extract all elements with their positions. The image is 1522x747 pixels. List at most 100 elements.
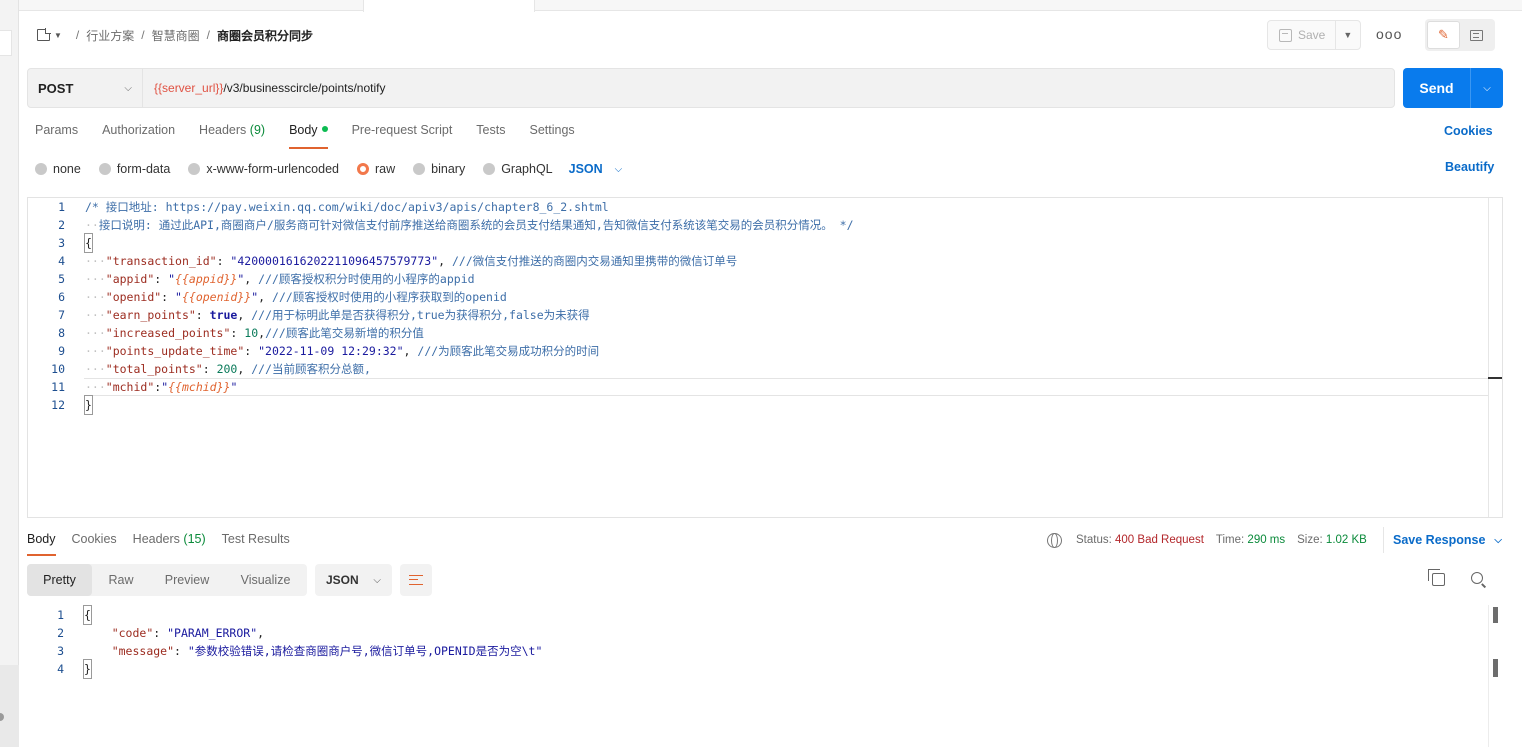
url-input[interactable]: {{server_url}}/v3/businesscircle/points/…: [143, 81, 385, 95]
response-tab-test-results[interactable]: Test Results: [222, 532, 290, 556]
radio-circle: [483, 163, 496, 175]
more-options-icon[interactable]: ooo: [1376, 26, 1402, 42]
view-raw[interactable]: Raw: [92, 564, 150, 596]
comment-icon: [1470, 29, 1483, 41]
radio-raw[interactable]: raw: [357, 162, 395, 176]
code-text: ···"openid": "{{openid}}", ///顾客授权时使用的小程…: [85, 288, 507, 306]
copy-icon[interactable]: [1428, 569, 1445, 586]
wrap-lines-button[interactable]: [400, 564, 432, 596]
code-token: :: [161, 290, 176, 304]
time-value[interactable]: 290 ms: [1247, 534, 1285, 546]
active-request-tab[interactable]: [363, 0, 535, 12]
tab-settings[interactable]: Settings: [529, 123, 574, 149]
radio-label: x-www-form-urlencoded: [206, 162, 339, 176]
breadcrumb: ▼ / 行业方案 / 智慧商圈 / 商圈会员积分同步: [37, 25, 313, 45]
url-variable: {{server_url}}: [154, 81, 224, 95]
radio-binary[interactable]: binary: [413, 162, 465, 176]
code-line: 2 "code": "PARAM_ERROR",: [27, 624, 264, 642]
radio-circle: [98, 163, 111, 175]
body-type-selector: none form-data x-www-form-urlencoded raw…: [35, 160, 622, 178]
tab-tests[interactable]: Tests: [476, 123, 505, 149]
editor-scrollbar[interactable]: [1488, 198, 1502, 517]
save-response-button[interactable]: Save Response ⌵: [1383, 527, 1502, 553]
code-line: 2 ··接口说明: 通过此API,商圈商户/服务商可针对微信支付前序推送给商圈系统…: [28, 216, 853, 234]
size-label: Size:: [1297, 534, 1323, 546]
request-name[interactable]: 商圈会员积分同步: [217, 27, 313, 44]
code-token: ···: [85, 272, 106, 286]
code-token: :: [174, 644, 188, 658]
request-tabs: Params Authorization Headers (9) Body Pr…: [35, 123, 599, 149]
sidebar-collapsed-tab[interactable]: [0, 30, 12, 56]
response-tab-headers[interactable]: Headers (15): [133, 532, 206, 556]
save-dropdown-button[interactable]: ▼: [1334, 21, 1360, 49]
code-token: "参数校验错误,请检查商圈商户号,微信订单号,OPENID是否为空\t": [187, 644, 543, 658]
sidebar-bottom-area: [0, 665, 19, 747]
send-dropdown-button[interactable]: ⌵: [1470, 68, 1503, 108]
tab-authorization[interactable]: Authorization: [102, 123, 175, 149]
radio-urlencoded[interactable]: x-www-form-urlencoded: [188, 162, 339, 176]
wrap-lines-icon: [409, 575, 423, 585]
beautify-link[interactable]: Beautify: [1445, 160, 1494, 174]
edit-mode-button[interactable]: ✎: [1427, 21, 1460, 49]
save-button[interactable]: Save: [1268, 28, 1335, 42]
code-token: "openid": [105, 290, 162, 304]
request-icon[interactable]: [37, 28, 51, 41]
globe-icon[interactable]: [1047, 532, 1062, 548]
line-number: 5: [58, 272, 65, 286]
view-preview[interactable]: Preview: [150, 564, 224, 596]
time-label: Time:: [1215, 534, 1245, 546]
tab-params[interactable]: Params: [35, 123, 78, 149]
code-token: :: [244, 344, 259, 358]
code-token: :: [202, 362, 217, 376]
breadcrumb-separator: /: [206, 28, 210, 42]
code-token: }: [84, 395, 93, 415]
radio-circle: [188, 163, 201, 175]
radio-none[interactable]: none: [35, 162, 81, 176]
method-select[interactable]: POST ⌵: [28, 69, 143, 107]
tab-body[interactable]: Body: [289, 123, 328, 149]
code-token: "code": [111, 626, 154, 640]
code-token: "earn_points": [105, 308, 196, 322]
code-text: }: [84, 395, 93, 415]
response-body-viewer[interactable]: 1{2 "code": "PARAM_ERROR", 3 "message": "…: [27, 605, 1503, 747]
save-label: Save: [1298, 28, 1326, 42]
size-value[interactable]: 1.02 KB: [1326, 534, 1367, 546]
chevron-down-icon[interactable]: ⌵: [615, 164, 623, 175]
code-text: ···"mchid":"{{mchid}}": [85, 378, 237, 396]
code-token: {{openid}}: [181, 290, 252, 304]
radio-graphql[interactable]: GraphQL: [483, 162, 553, 176]
view-pretty[interactable]: Pretty: [27, 564, 92, 596]
tab-body-label: Body: [289, 123, 318, 137]
line-number: 6: [58, 290, 65, 304]
breadcrumb-item[interactable]: 行业方案: [86, 27, 134, 44]
breadcrumb-separator: /: [75, 28, 80, 42]
tab-prerequest-script[interactable]: Pre-request Script: [352, 123, 453, 149]
send-button[interactable]: Send: [1403, 68, 1470, 108]
search-icon[interactable]: [1471, 572, 1483, 584]
code-token: ,: [403, 344, 418, 358]
view-visualize[interactable]: Visualize: [224, 564, 307, 596]
code-token: ,: [237, 362, 252, 376]
code-token: ··: [85, 218, 99, 232]
caret-down-icon[interactable]: ▼: [54, 31, 62, 40]
code-token: ": [168, 272, 176, 286]
line-number: 11: [51, 380, 65, 394]
tab-headers[interactable]: Headers (9): [199, 123, 265, 149]
code-text: ···"earn_points": true, ///用于标明此单是否获得积分,…: [85, 306, 590, 324]
code-token: "transaction_id": [105, 254, 217, 268]
code-token: ,: [244, 272, 259, 286]
response-format-select[interactable]: JSON ⌵: [315, 564, 392, 596]
radio-form-data[interactable]: form-data: [98, 162, 170, 176]
request-body-editor[interactable]: 1 /* 接口地址: https://pay.weixin.qq.com/wiki…: [27, 197, 1503, 518]
comment-mode-button[interactable]: [1460, 21, 1493, 49]
raw-format-select[interactable]: JSON: [569, 162, 603, 176]
response-tab-body[interactable]: Body: [27, 532, 56, 556]
response-tab-cookies[interactable]: Cookies: [72, 532, 117, 556]
response-tab-headers-label: Headers: [132, 532, 180, 546]
status-value[interactable]: 400 Bad Request: [1115, 534, 1204, 546]
breadcrumb-item[interactable]: 智慧商圈: [152, 27, 200, 44]
cookies-link[interactable]: Cookies: [1444, 124, 1493, 138]
code-line: 1 /* 接口地址: https://pay.weixin.qq.com/wiki…: [28, 198, 609, 216]
request-tab-strip: [19, 0, 1522, 12]
code-token: "total_points": [105, 362, 203, 376]
